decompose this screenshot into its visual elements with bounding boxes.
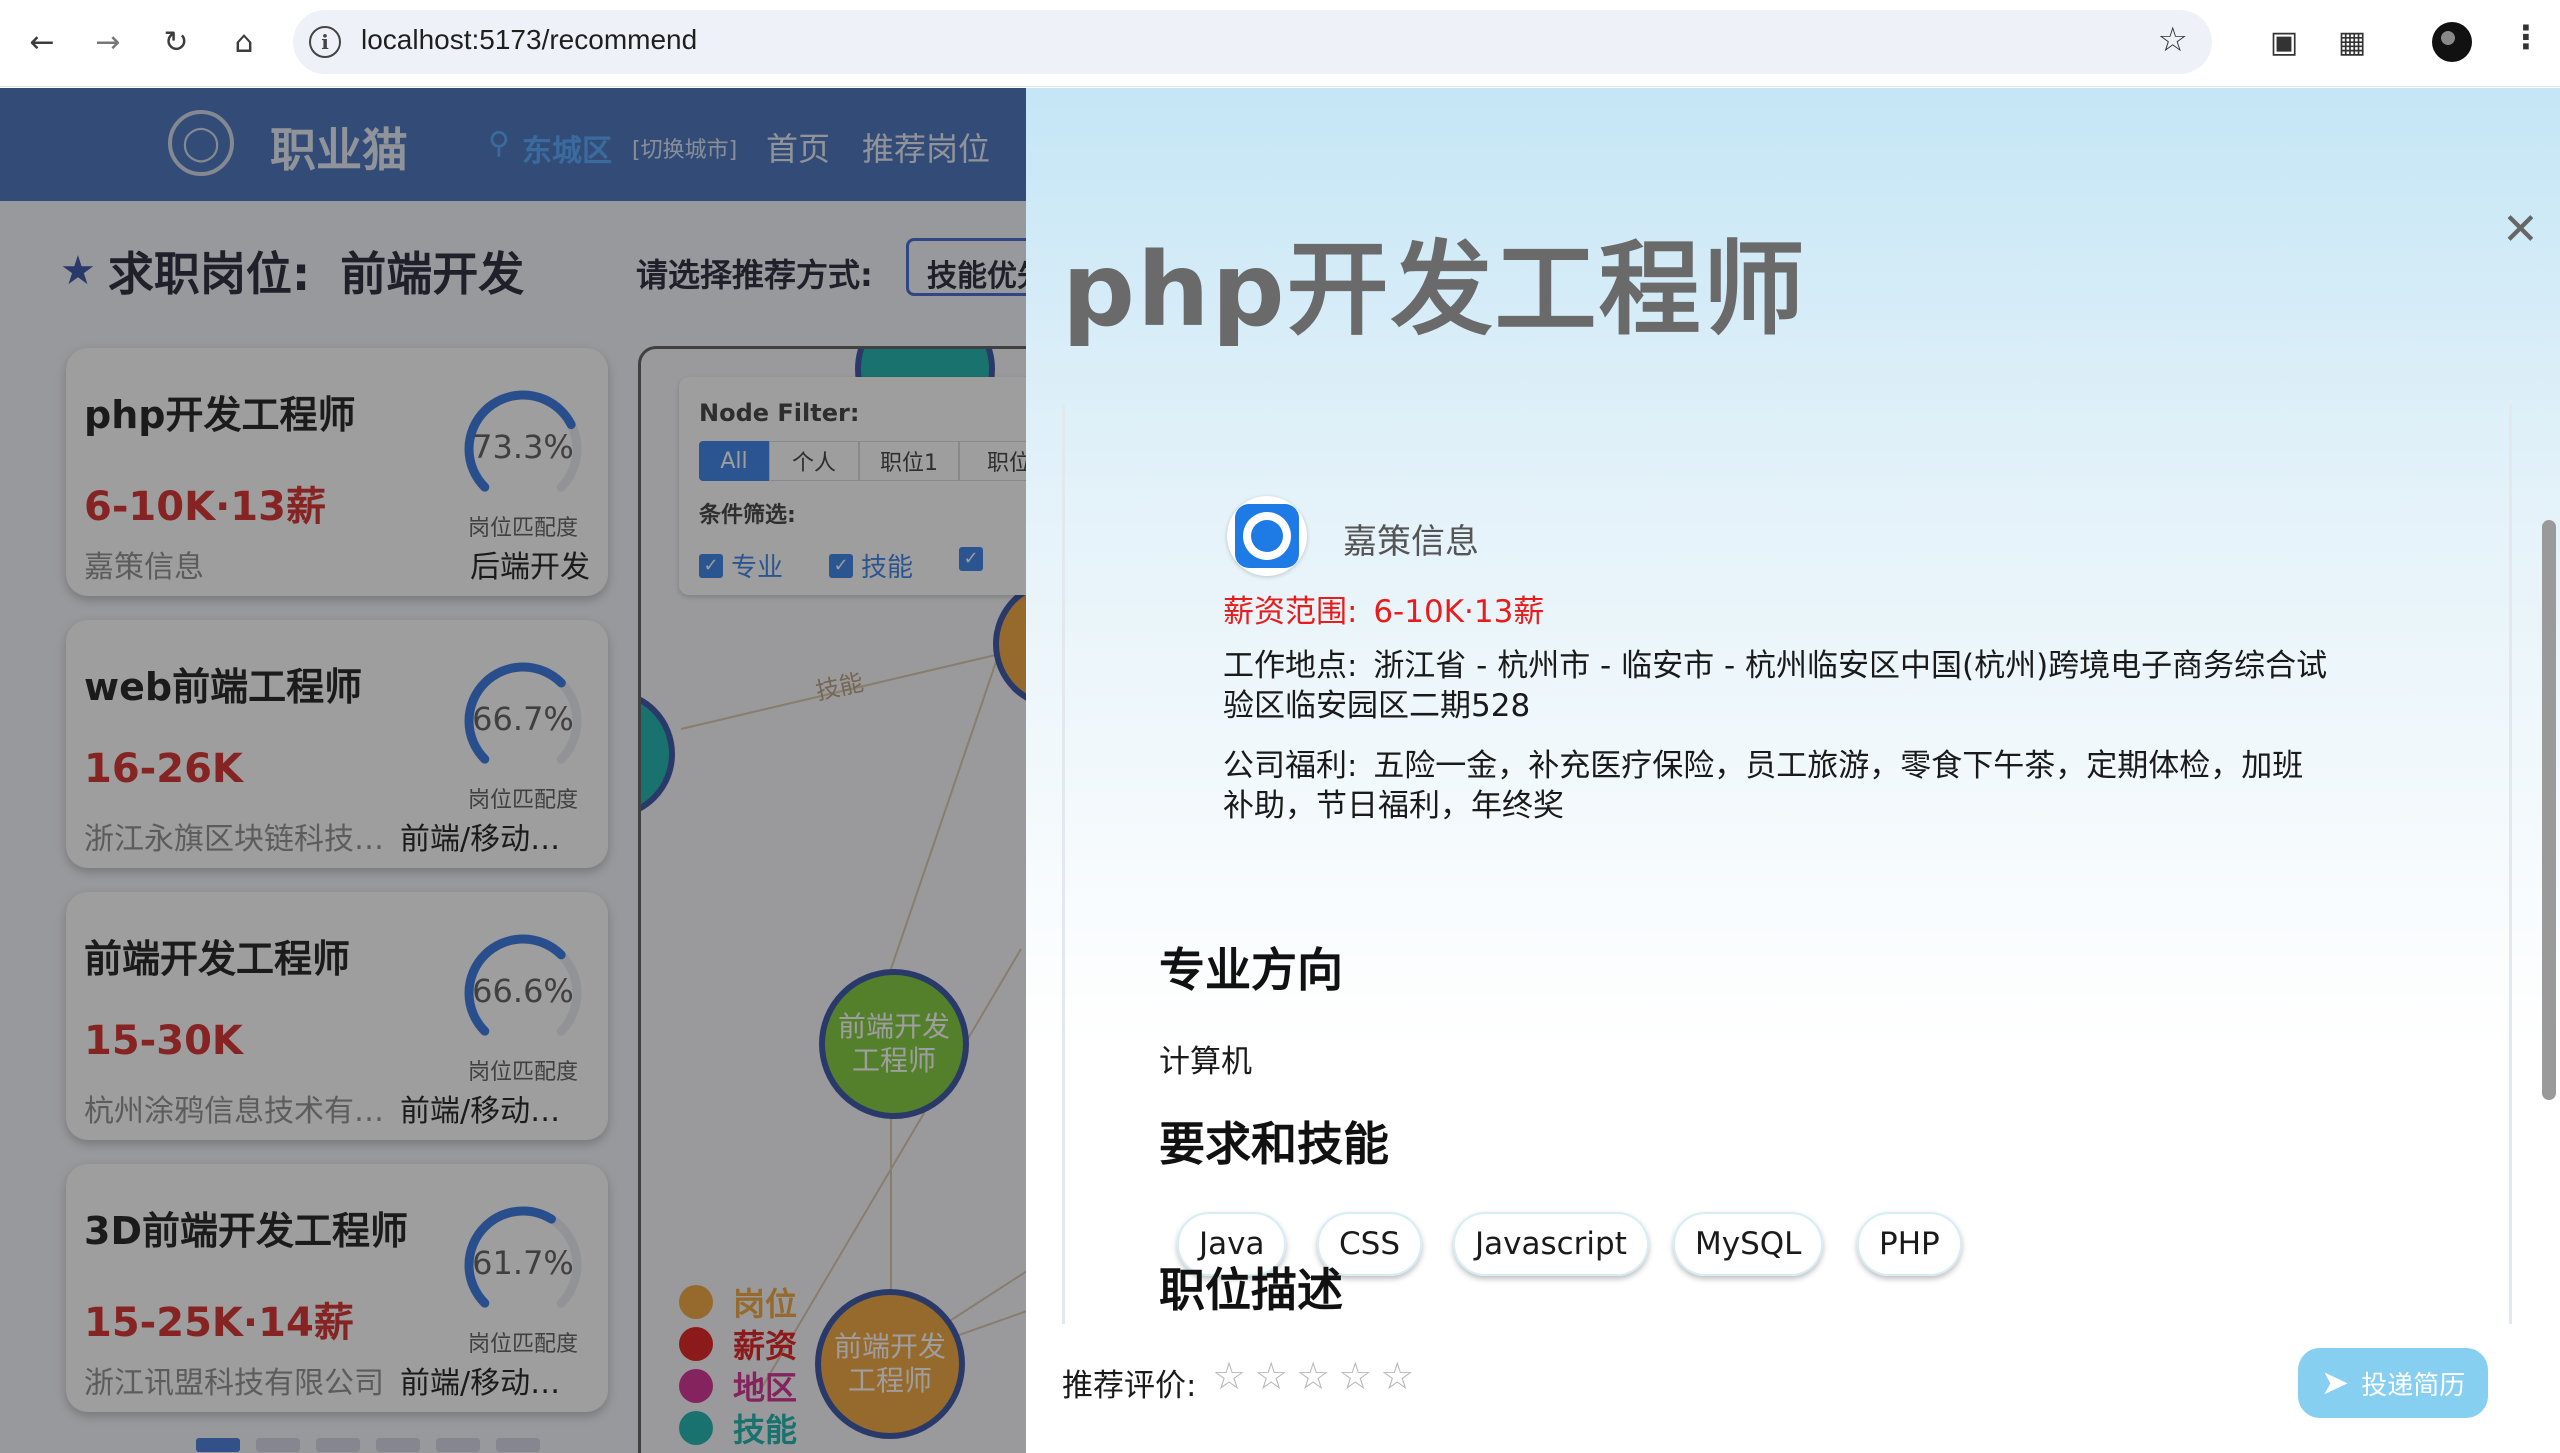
home-icon[interactable]: ⌂ (222, 20, 266, 64)
benefits-value: 五险一金，补充医疗保险，员工旅游，零食下午茶，定期体检，加班补助，节日福利，年终… (1223, 748, 2304, 824)
bookmark-star-icon[interactable]: ☆ (2158, 20, 2188, 60)
salary-range: 薪资范围: 6-10K·13薪 (1223, 586, 1544, 631)
url-text[interactable]: localhost:5173/recommend (361, 24, 697, 56)
location-label: 工作地点: (1223, 648, 1358, 684)
major-heading: 专业方向 (1159, 943, 1343, 997)
drawer-body: 嘉策信息 薪资范围: 6-10K·13薪 工作地点: 浙江省 - 杭州市 - 临… (1062, 404, 2512, 1324)
rating-stars[interactable]: ☆☆☆☆☆ (1212, 1354, 1422, 1398)
salary-value: 6-10K·13薪 (1373, 594, 1545, 630)
profile-avatar[interactable] (2432, 22, 2472, 62)
close-icon[interactable]: ✕ (2502, 204, 2539, 255)
apply-label: 投递简历 (2361, 1370, 2466, 1401)
major-value: 计算机 (1159, 1044, 1252, 1080)
rating-label: 推荐评价: (1062, 1368, 1197, 1404)
work-location: 工作地点: 浙江省 - 杭州市 - 临安市 - 杭州临安区中国(杭州)跨境电子商… (1223, 646, 2333, 726)
back-icon[interactable]: ← (20, 20, 64, 64)
salary-label: 薪资范围: (1223, 594, 1358, 630)
skill-tag[interactable]: PHP (1857, 1212, 1962, 1276)
site-info-icon[interactable]: i (309, 26, 341, 58)
company-benefits: 公司福利: 五险一金，补充医疗保险，员工旅游，零食下午茶，定期体检，加班补助，节… (1223, 746, 2333, 826)
drawer-overlay-mask[interactable] (0, 88, 1026, 1453)
location-value: 浙江省 - 杭州市 - 临安市 - 杭州临安区中国(杭州)跨境电子商务综合试验区… (1223, 648, 2328, 724)
skill-tag[interactable]: Javascript (1453, 1212, 1649, 1276)
menu-dots-icon[interactable]: ⋮ (2510, 18, 2542, 56)
extension-icon[interactable]: ▣ (2262, 20, 2306, 64)
scrollbar[interactable] (2542, 520, 2556, 1100)
company-logo (1227, 496, 1307, 576)
apply-resume-button[interactable]: ➤ 投递简历 (2298, 1348, 2488, 1418)
job-detail-drawer: php开发工程师 ✕ 嘉策信息 薪资范围: 6-10K·13薪 工作地点: 浙江… (1026, 88, 2560, 1453)
description-heading: 职位描述 (1159, 1263, 1343, 1317)
reload-icon[interactable]: ↻ (154, 20, 198, 64)
skill-tag[interactable]: MySQL (1673, 1212, 1824, 1276)
drawer-title: php开发工程师 (1062, 231, 1807, 350)
browser-toolbar: ← → ↻ ⌂ i localhost:5173/recommend ☆ ▣ ▦… (0, 0, 2560, 87)
skills-heading: 要求和技能 (1159, 1117, 1389, 1171)
puzzle-icon[interactable]: ▦ (2330, 20, 2374, 64)
send-plane-icon: ➤ (2320, 1363, 2350, 1403)
company-name: 嘉策信息 (1343, 522, 1479, 562)
benefits-label: 公司福利: (1223, 748, 1358, 784)
forward-icon[interactable]: → (86, 20, 130, 64)
address-bar[interactable]: i localhost:5173/recommend ☆ (293, 10, 2212, 74)
